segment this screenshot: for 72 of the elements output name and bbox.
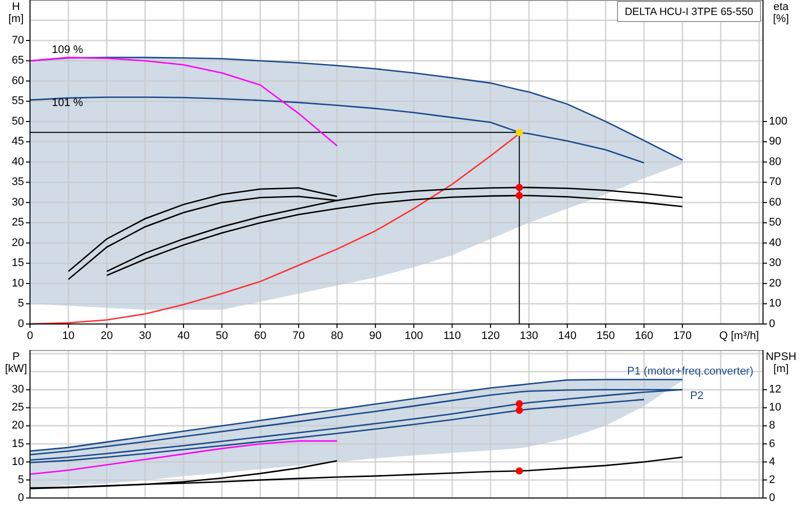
- axis-tick-label: 5: [18, 298, 24, 310]
- axis-tick-label: 25: [12, 216, 24, 229]
- axis-tick-label: 70: [292, 330, 305, 342]
- axis-tick-label: 5: [18, 474, 24, 486]
- axis-tick-label: 6: [769, 438, 776, 450]
- axis-unit: [kW]: [5, 362, 27, 375]
- axis-tick-label: 90: [769, 136, 782, 148]
- axis-title: H: [12, 0, 20, 13]
- axis-tick-label: 60: [12, 74, 24, 87]
- axis-tick-label: 55: [12, 95, 24, 108]
- axis-tick-label: 50: [769, 216, 782, 229]
- curve-label: 101 %: [52, 96, 84, 109]
- axis-tick-label: 10: [769, 298, 782, 310]
- axis-tick-label: 70: [769, 176, 782, 188]
- axis-tick-label: 0: [769, 318, 776, 330]
- axis-tick-label: 160: [634, 330, 654, 342]
- axis-tick-label: 60: [254, 330, 266, 342]
- axis-tick-label: 15: [12, 257, 24, 270]
- axis-tick-label: 65: [12, 54, 24, 67]
- axis-tick-label: 70: [12, 34, 24, 46]
- axis-tick-label: 110: [443, 330, 461, 342]
- curve-label: 109 %: [52, 44, 84, 56]
- axis-tick-label: 120: [481, 330, 500, 342]
- axis-tick-label: 40: [177, 330, 190, 342]
- axis-title: eta: [773, 0, 789, 13]
- axis-tick-label: 10: [12, 456, 24, 468]
- axis-tick-label: 20: [12, 420, 24, 432]
- axis-tick-label: 130: [520, 330, 538, 342]
- axis-tick-label: 80: [769, 156, 782, 168]
- axis-tick-label: 40: [769, 236, 782, 249]
- axis-tick-label: 80: [330, 330, 344, 342]
- axis-tick-label: 10: [12, 277, 24, 290]
- axis-tick-label: 2: [769, 474, 776, 486]
- axis-tick-label: 30: [12, 196, 24, 208]
- curve-label: P2: [690, 390, 704, 402]
- axis-tick-label: 0: [769, 492, 776, 504]
- axis-tick-label: 45: [12, 136, 24, 148]
- axis-title: Q [m³/h]: [719, 330, 759, 342]
- axis-tick-label: 30: [769, 257, 782, 270]
- axis-tick-label: 100: [404, 330, 423, 342]
- axis-tick-label: 15: [12, 438, 24, 450]
- axis-tick-label: 20: [12, 236, 24, 249]
- axis-tick-label: 35: [12, 176, 24, 188]
- axis-tick-label: 0: [18, 492, 24, 504]
- axis-title: NPSH: [766, 350, 796, 363]
- axis-tick-label: 140: [558, 330, 576, 342]
- axis-tick-label: 10: [769, 402, 782, 414]
- axis-tick-label: 170: [673, 330, 692, 342]
- axis-unit: [m]: [8, 12, 24, 25]
- axis-tick-label: 50: [216, 330, 228, 342]
- axis-title: P: [12, 350, 20, 363]
- axis-tick-label: 100: [769, 115, 788, 128]
- axis-tick-label: 40: [12, 156, 24, 168]
- axis-unit: [m]: [773, 362, 789, 375]
- axis-tick-label: 50: [12, 115, 24, 128]
- axis-unit: [%]: [773, 12, 789, 25]
- axis-tick-label: 30: [12, 384, 24, 396]
- axis-tick-label: 150: [596, 330, 615, 342]
- chart-title-box: DELTA HCU-I 3TPE 65-550: [617, 1, 761, 22]
- axis-tick-label: 20: [769, 277, 782, 290]
- axis-tick-label: 8: [769, 420, 776, 432]
- axis-tick-label: 10: [62, 330, 74, 342]
- axis-tick-label: 30: [139, 330, 152, 342]
- axis-tick-label: 20: [100, 330, 113, 342]
- axis-tick-label: 25: [12, 402, 24, 414]
- axis-tick-label: 4: [769, 456, 776, 468]
- axis-tick-label: 12: [769, 384, 782, 396]
- axis-tick-label: 90: [369, 330, 382, 342]
- axis-tick-label: 60: [769, 196, 782, 208]
- axis-tick-label: 0: [26, 330, 34, 342]
- axis-tick-label: 0: [18, 318, 24, 330]
- curve-label: P1 (motor+freq.converter): [627, 366, 754, 378]
